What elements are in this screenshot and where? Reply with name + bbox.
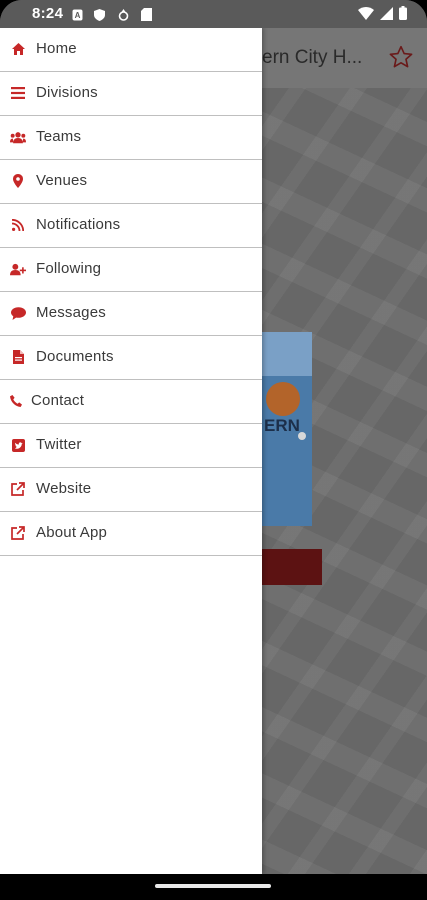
poster-banner xyxy=(262,332,312,376)
drawer-item-label: Divisions xyxy=(36,84,98,101)
cell-signal-icon xyxy=(380,6,393,24)
background-action-button xyxy=(262,549,322,585)
drawer-item-home[interactable]: Home xyxy=(0,28,262,72)
drawer-item-label: Home xyxy=(36,40,77,57)
svg-text:A: A xyxy=(75,11,81,20)
home-gesture-handle[interactable] xyxy=(155,884,271,888)
shield-icon xyxy=(94,8,105,21)
chat-bubble-icon xyxy=(10,305,26,321)
status-bar: 8:24 A xyxy=(0,0,427,28)
drawer-item-label: Twitter xyxy=(36,436,82,453)
drawer-item-label: Following xyxy=(36,260,102,277)
status-right-icons xyxy=(358,6,407,24)
drawer-item-documents[interactable]: Documents xyxy=(0,336,262,380)
drawer-item-teams[interactable]: Teams xyxy=(0,116,262,160)
home-icon xyxy=(10,41,26,57)
team-poster-image: ERN xyxy=(262,332,312,526)
navigation-bar xyxy=(0,874,427,900)
drawer-item-divisions[interactable]: Divisions xyxy=(0,72,262,116)
list-icon xyxy=(10,85,26,101)
rss-icon xyxy=(10,217,26,233)
drawer-item-label: Contact xyxy=(31,392,85,409)
users-icon xyxy=(10,129,26,145)
poster-text: ERN xyxy=(264,416,300,435)
navigation-drawer: Home Divisions Teams Venues Notification xyxy=(0,28,262,874)
map-pin-icon xyxy=(10,173,26,189)
external-link-icon xyxy=(10,525,26,541)
drawer-item-label: Website xyxy=(36,480,92,497)
notification-a-icon: A xyxy=(72,8,83,21)
status-time: 8:24 xyxy=(32,5,64,22)
drawer-item-label: Messages xyxy=(36,304,106,321)
document-icon xyxy=(10,349,26,365)
drawer-item-website[interactable]: Website xyxy=(0,468,262,512)
drawer-item-label: About App xyxy=(36,524,108,541)
sd-card-icon xyxy=(141,8,152,21)
external-link-icon xyxy=(10,481,26,497)
poster-dot xyxy=(298,432,306,440)
drawer-item-label: Teams xyxy=(36,128,82,145)
drawer-item-venues[interactable]: Venues xyxy=(0,160,262,204)
basketball-graphic xyxy=(266,382,300,416)
favorite-star-icon[interactable] xyxy=(388,44,414,75)
drawer-item-notifications[interactable]: Notifications xyxy=(0,204,262,248)
drawer-item-label: Venues xyxy=(36,172,88,189)
drawer-item-contact[interactable]: Contact xyxy=(0,380,262,424)
data-saver-icon xyxy=(118,8,129,21)
drawer-item-messages[interactable]: Messages xyxy=(0,292,262,336)
twitter-icon xyxy=(10,437,26,453)
drawer-item-label: Documents xyxy=(36,348,114,365)
drawer-item-about-app[interactable]: About App xyxy=(0,512,262,556)
app-title: ern City H... xyxy=(262,47,363,68)
drawer-item-following[interactable]: Following xyxy=(0,248,262,292)
wifi-icon xyxy=(358,6,374,24)
battery-icon xyxy=(399,6,407,24)
phone-screen: 8:24 A ern City H... ERN Home Divisions … xyxy=(0,0,427,900)
drawer-item-label: Notifications xyxy=(36,216,121,233)
phone-icon xyxy=(8,393,24,409)
drawer-item-twitter[interactable]: Twitter xyxy=(0,424,262,468)
user-plus-icon xyxy=(10,261,26,277)
